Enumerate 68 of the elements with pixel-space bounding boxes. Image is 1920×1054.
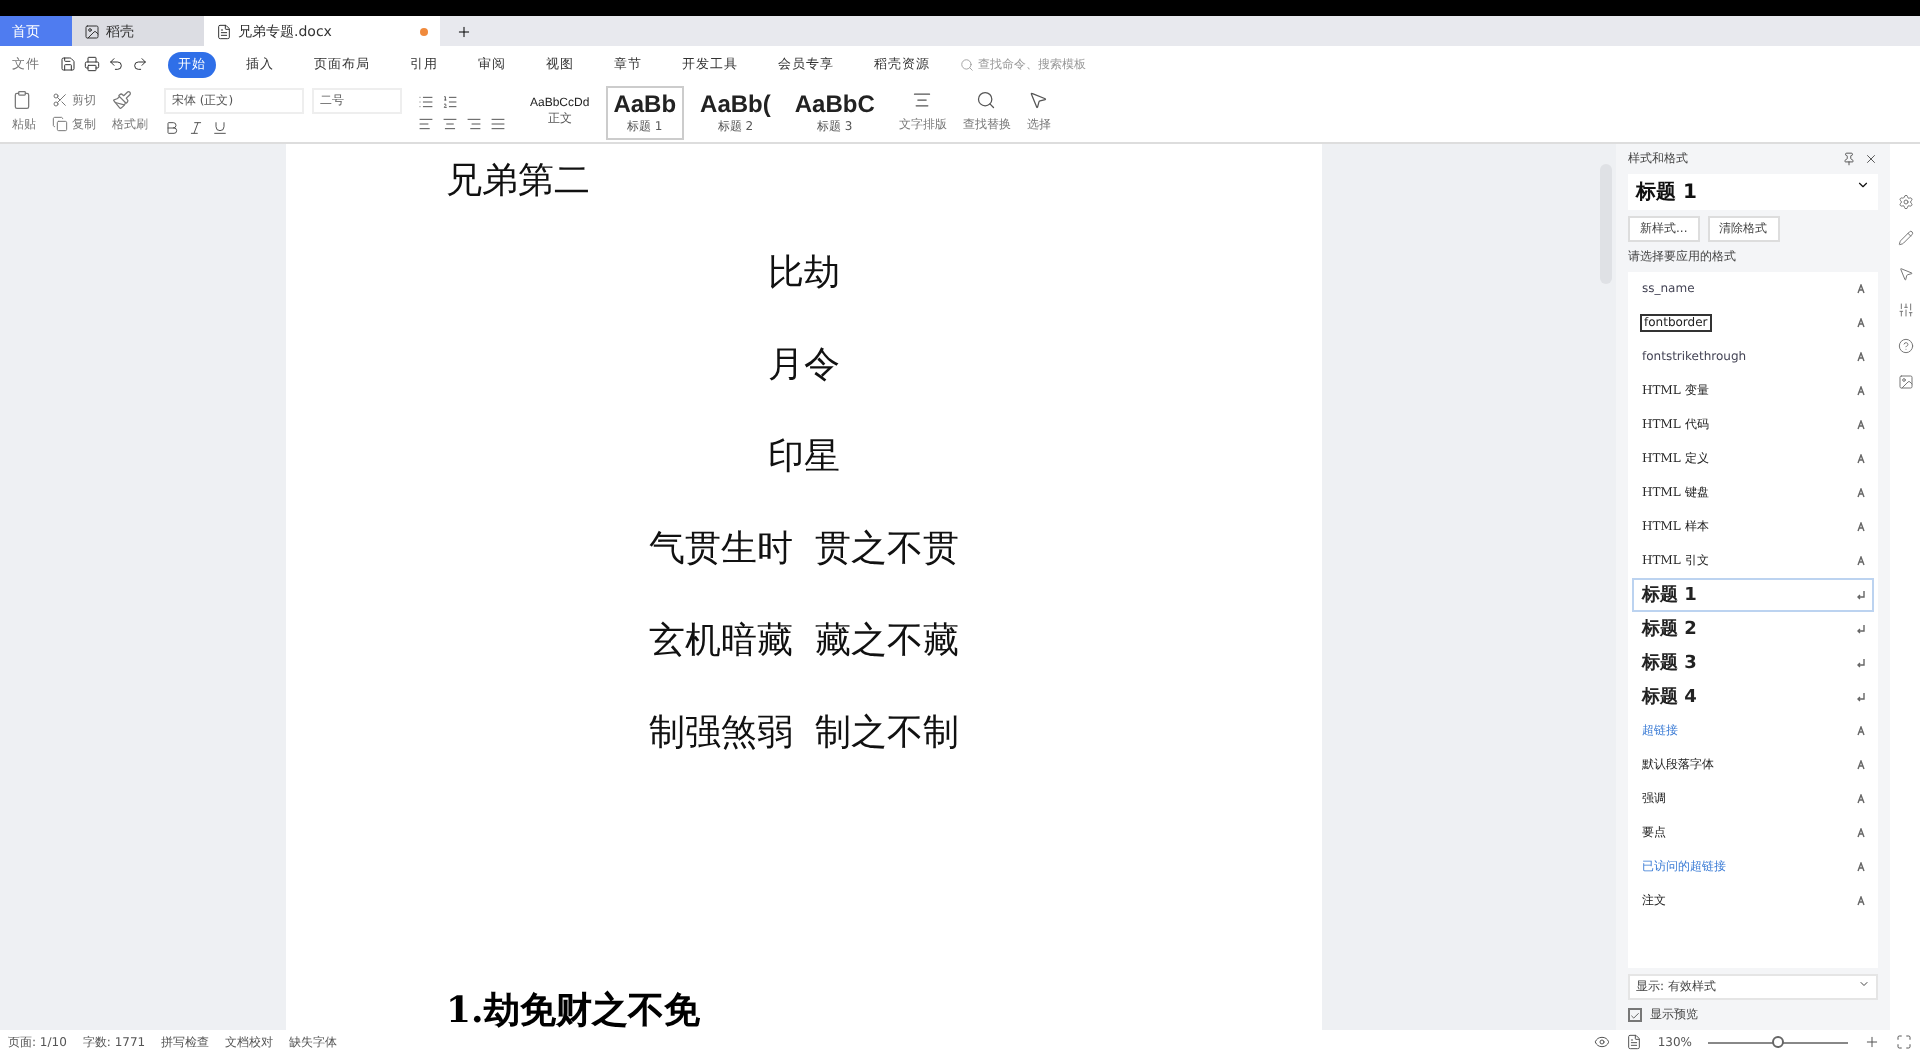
add-tab-icon[interactable] (456, 23, 472, 39)
character-style-icon (1856, 760, 1866, 770)
save-icon[interactable] (60, 56, 76, 72)
chevron-down-icon (1856, 178, 1870, 192)
paragraph-style-icon (1856, 692, 1866, 702)
copy-icon[interactable] (52, 116, 68, 132)
bold-icon[interactable] (164, 120, 180, 136)
character-style-icon (1856, 794, 1866, 804)
character-style-icon (1856, 284, 1866, 294)
italic-icon[interactable] (188, 120, 204, 136)
character-style-icon (1856, 522, 1866, 532)
search-icon[interactable] (976, 90, 997, 110)
scissors-icon[interactable] (52, 92, 68, 108)
character-style-icon (1856, 862, 1866, 872)
align-center-icon[interactable] (442, 115, 458, 131)
image-icon[interactable] (1897, 374, 1913, 390)
character-style-icon (1856, 896, 1866, 906)
print-icon[interactable] (84, 56, 100, 72)
help-icon[interactable] (1897, 338, 1913, 354)
text-layout-icon[interactable] (912, 90, 933, 110)
redo-icon[interactable] (132, 56, 148, 72)
page-view-icon[interactable] (1625, 1034, 1642, 1050)
character-style-icon (1856, 488, 1866, 498)
document-line: 月令 (766, 342, 842, 390)
character-style-icon (1856, 828, 1866, 838)
underline-icon[interactable] (212, 120, 228, 136)
pointer-icon[interactable] (1028, 90, 1049, 110)
character-style-icon (1856, 318, 1866, 328)
justify-icon[interactable] (490, 115, 506, 131)
pencil-icon[interactable] (1897, 230, 1913, 246)
document-line: 制强煞弱 制之不制 (646, 710, 962, 758)
character-style-icon (1856, 726, 1866, 736)
character-style-icon (1856, 420, 1866, 430)
unsaved-dot-icon (420, 27, 428, 35)
style-list-item[interactable]: 标题 2 (1632, 612, 1874, 646)
style-list-item[interactable]: 标题 1 (1632, 578, 1874, 612)
document-line: 玄机暗藏 藏之不藏 (646, 618, 962, 666)
brush-icon[interactable] (112, 90, 132, 110)
document-line: 印星 (766, 434, 842, 482)
align-right-icon[interactable] (466, 115, 482, 131)
character-style-icon (1856, 352, 1866, 362)
paragraph-style-icon (1856, 658, 1866, 668)
document-line: 气贯生时 贯之不贯 (646, 526, 962, 574)
pointer-icon[interactable] (1897, 266, 1913, 282)
numbered-list-icon[interactable] (442, 93, 458, 109)
document-icon[interactable] (216, 23, 232, 39)
undo-icon[interactable] (108, 56, 124, 72)
bullet-list-icon[interactable] (418, 93, 434, 109)
document-heading: 1.劫免财之不免 (446, 988, 702, 1030)
sliders-icon[interactable] (1897, 302, 1913, 318)
character-style-icon (1856, 454, 1866, 464)
character-style-icon (1856, 556, 1866, 566)
zoom-slider-thumb[interactable] (1772, 1035, 1784, 1047)
eye-icon[interactable] (1593, 1034, 1610, 1050)
paragraph-style-icon (1856, 590, 1866, 600)
gear-icon[interactable] (1897, 194, 1913, 210)
align-left-icon[interactable] (418, 115, 434, 131)
document-line: 兄弟第二 (446, 158, 592, 206)
preview-checkbox[interactable] (1628, 1008, 1642, 1022)
document-line: 比劫 (766, 250, 842, 298)
close-icon[interactable] (1864, 152, 1878, 166)
paragraph-style-icon (1856, 624, 1866, 634)
current-style-select[interactable]: 标题 1 (1628, 174, 1878, 210)
pin-icon[interactable] (1842, 152, 1856, 166)
style-list-item[interactable]: 标题 3 (1632, 646, 1874, 680)
style-list-item[interactable]: 标题 4 (1632, 680, 1874, 714)
chevron-down-icon (1858, 978, 1870, 990)
character-style-icon (1856, 386, 1866, 396)
